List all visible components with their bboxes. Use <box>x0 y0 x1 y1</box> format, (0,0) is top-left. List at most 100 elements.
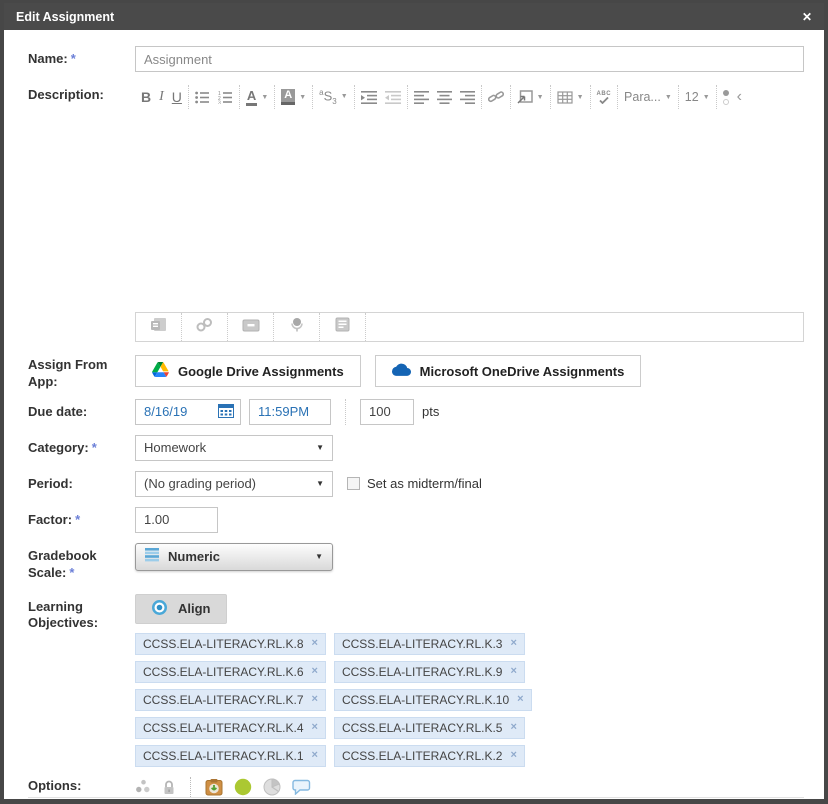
remove-tag-icon[interactable]: × <box>517 694 523 705</box>
outdent-button[interactable] <box>381 91 405 104</box>
google-drive-assignments-button[interactable]: Google Drive Assignments <box>135 355 361 387</box>
paragraph-format-button[interactable]: Para...▼ <box>620 91 676 104</box>
align-left-icon <box>414 91 429 104</box>
points-input[interactable] <box>360 399 414 425</box>
unordered-list-button[interactable] <box>191 91 214 104</box>
objective-tag-label: CCSS.ELA-LITERACY.RL.K.10 <box>342 693 509 707</box>
learning-objectives-row: Learning Objectives: Align CCSS.ELA-LITE… <box>28 594 804 767</box>
highlight-color-button[interactable]: A▼ <box>277 89 310 105</box>
remove-tag-icon[interactable]: × <box>312 638 318 649</box>
dialog-titlebar: Edit Assignment ✕ <box>4 3 824 30</box>
italic-icon: I <box>159 90 164 104</box>
ordered-list-button[interactable]: 123 <box>214 91 237 104</box>
insert-table-icon <box>557 91 573 104</box>
indent-button[interactable] <box>357 91 381 104</box>
options-label: Options: <box>28 773 135 797</box>
remove-tag-icon[interactable]: × <box>510 722 516 733</box>
description-editor[interactable] <box>135 112 804 312</box>
gradebook-scale-select[interactable]: Numeric ▼ <box>135 543 333 571</box>
insert-table-button[interactable]: ▼ <box>553 91 588 104</box>
paragraph-format-label: Para... <box>624 91 661 104</box>
toolbar-collapse-button[interactable]: ‹ <box>733 89 746 105</box>
text-color-icon: A <box>246 89 257 106</box>
required-asterisk: * <box>69 565 74 580</box>
remove-tag-icon[interactable]: × <box>312 694 318 705</box>
due-date-row: Due date: 8/16/19 pts <box>28 399 804 425</box>
due-date-input[interactable]: 8/16/19 <box>135 399 241 425</box>
insert-media-button[interactable]: ▼ <box>513 90 548 104</box>
notebook-button[interactable] <box>320 313 366 341</box>
caret-down-icon: ▼ <box>316 443 324 452</box>
font-size-button[interactable]: 12▼ <box>681 91 714 104</box>
objective-tag-label: CCSS.ELA-LITERACY.RL.K.1 <box>143 749 304 763</box>
dialog-footer: Save Changes Cancel <box>28 797 804 799</box>
objective-tag: CCSS.ELA-LITERACY.RL.K.2× <box>334 745 525 767</box>
record-audio-button[interactable] <box>274 313 320 341</box>
due-time-input[interactable] <box>249 399 331 425</box>
svg-text:3: 3 <box>218 100 221 104</box>
highlight-color-icon: A <box>281 89 295 105</box>
description-label: Description: <box>28 82 135 342</box>
category-row: Category:* Homework ▼ <box>28 435 804 461</box>
category-select[interactable]: Homework ▼ <box>135 435 333 461</box>
period-label: Period: <box>28 471 135 497</box>
objective-tag: CCSS.ELA-LITERACY.RL.K.1 × <box>135 745 326 767</box>
italic-button[interactable]: I <box>155 90 168 104</box>
category-label: Category:* <box>28 435 135 461</box>
underline-icon: U <box>172 90 182 104</box>
calendar-icon[interactable] <box>218 403 234 421</box>
ordered-list-icon: 123 <box>218 91 233 104</box>
objective-tag-label: CCSS.ELA-LITERACY.RL.K.4 <box>143 721 304 735</box>
remove-tag-icon[interactable]: × <box>510 638 516 649</box>
factor-label: Factor:* <box>28 507 135 533</box>
remove-tag-icon[interactable]: × <box>510 750 516 761</box>
caret-down-icon: ▼ <box>703 94 710 101</box>
description-row: Description: BIU123A▼A▼aS3▼▼▼ABCPara...▼… <box>28 82 804 342</box>
name-label: Name:* <box>28 46 135 72</box>
stats-pie-icon[interactable] <box>263 778 281 796</box>
text-color-button[interactable]: A▼ <box>242 89 272 106</box>
period-select[interactable]: (No grading period) ▼ <box>135 471 333 497</box>
record-audio-icon <box>290 317 304 337</box>
spellcheck-button[interactable]: ABC <box>593 91 616 104</box>
close-icon[interactable]: ✕ <box>802 10 812 24</box>
lock-icon[interactable] <box>162 779 176 795</box>
remove-tag-icon[interactable]: × <box>312 666 318 677</box>
file-drawer-button[interactable] <box>228 313 274 341</box>
remove-tag-icon[interactable]: × <box>312 750 318 761</box>
comments-icon[interactable] <box>292 779 311 795</box>
objective-tag-label: CCSS.ELA-LITERACY.RL.K.9 <box>342 665 503 679</box>
align-button[interactable]: Align <box>135 594 227 624</box>
grading-color-icon[interactable] <box>234 778 252 796</box>
bold-button[interactable]: B <box>137 90 155 104</box>
required-asterisk: * <box>71 51 76 66</box>
factor-input[interactable] <box>135 507 218 533</box>
dropbox-icon[interactable] <box>205 778 223 796</box>
toolbar-page-dots-button[interactable] <box>719 90 733 105</box>
midterm-checkbox[interactable] <box>347 477 360 490</box>
align-left-button[interactable] <box>410 91 433 104</box>
assign-individuals-icon[interactable] <box>135 779 151 794</box>
embed-resource-button[interactable] <box>136 313 182 341</box>
objective-tag-label: CCSS.ELA-LITERACY.RL.K.3 <box>342 637 503 651</box>
underline-button[interactable]: U <box>168 90 186 104</box>
align-center-button[interactable] <box>433 91 456 104</box>
remove-tag-icon[interactable]: × <box>510 666 516 677</box>
objective-tag: CCSS.ELA-LITERACY.RL.K.7× <box>135 689 326 711</box>
objective-tag: CCSS.ELA-LITERACY.RL.K.9 × <box>334 661 525 683</box>
name-input[interactable] <box>135 46 804 72</box>
insert-link-button[interactable] <box>484 90 508 104</box>
assign-from-app-row: Assign From App: Google Drive Assignment… <box>28 352 804 391</box>
link-resources-button[interactable] <box>182 313 228 341</box>
gradebook-scale-label: Gradebook Scale:* <box>28 543 135 582</box>
align-right-icon <box>460 91 475 104</box>
sub-superscript-icon: aS3 <box>319 89 337 106</box>
onedrive-assignments-button[interactable]: Microsoft OneDrive Assignments <box>375 355 642 387</box>
sub-superscript-button[interactable]: aS3▼ <box>315 89 352 106</box>
objective-tag-label: CCSS.ELA-LITERACY.RL.K.6 <box>143 665 304 679</box>
align-right-button[interactable] <box>456 91 479 104</box>
midterm-checkbox-wrap: Set as midterm/final <box>347 476 482 491</box>
remove-tag-icon[interactable]: × <box>312 722 318 733</box>
insert-link-icon <box>488 90 504 104</box>
due-date-label: Due date: <box>28 399 135 425</box>
